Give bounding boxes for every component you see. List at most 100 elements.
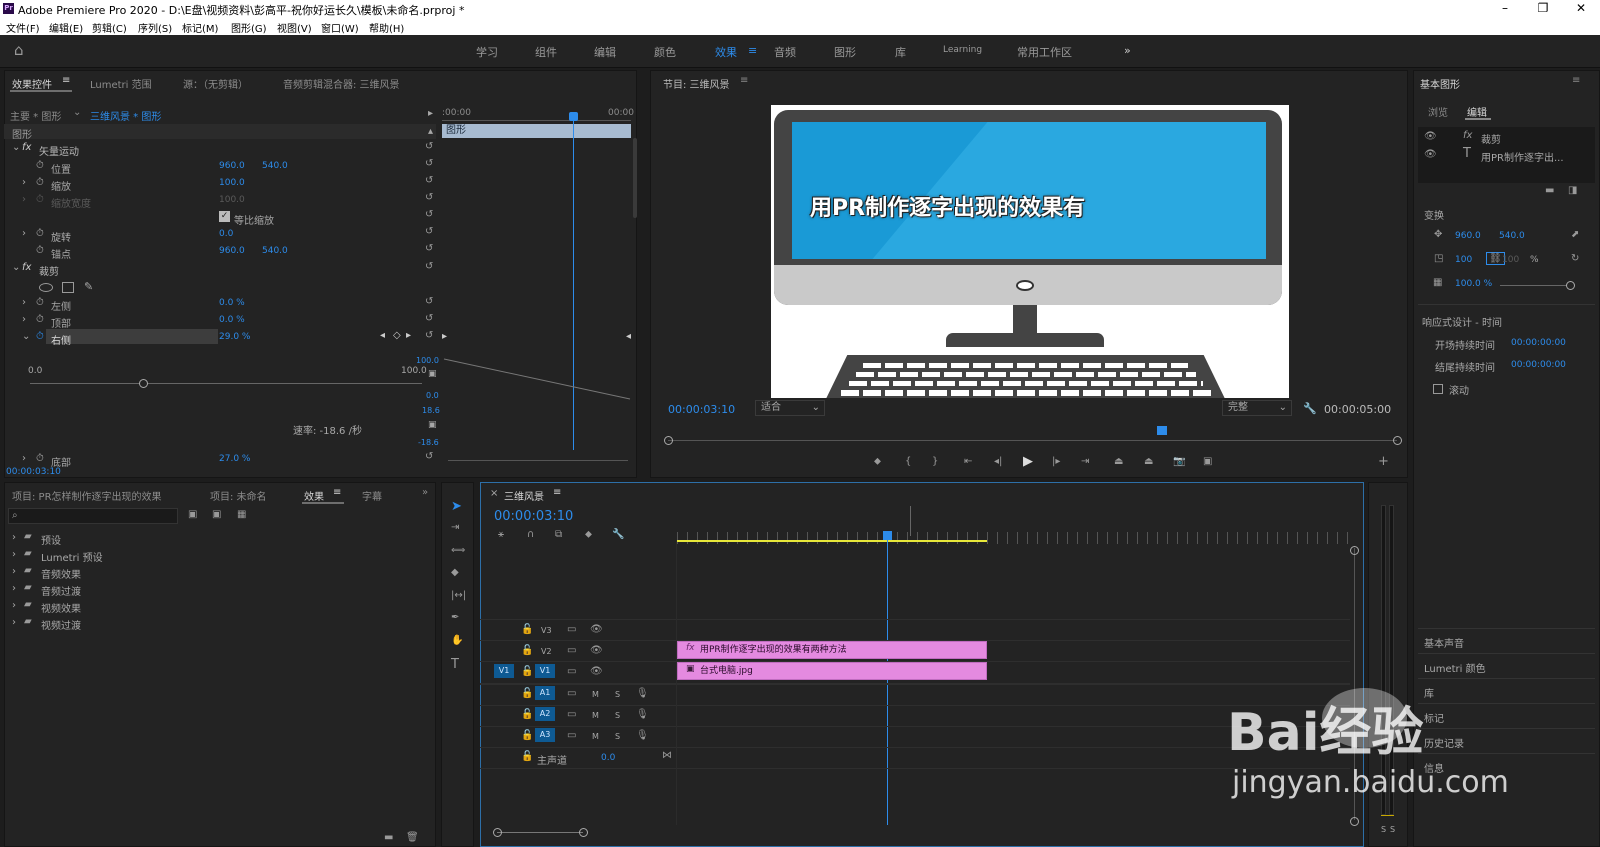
collapse-up-icon[interactable]: ▴ xyxy=(428,126,433,137)
tab-captions[interactable]: 字幕 xyxy=(362,488,382,503)
overlay-title[interactable]: 用PR制作逐字出现的效果有 xyxy=(810,190,1085,222)
anchor-icon[interactable]: ⬈ xyxy=(1571,229,1579,240)
mute-a1[interactable]: M xyxy=(592,690,599,699)
chevron-right-icon[interactable]: › xyxy=(22,228,26,239)
home-icon[interactable]: ⌂ xyxy=(14,41,24,59)
hscroll-handle-left[interactable] xyxy=(493,828,502,837)
chevron-down-icon[interactable]: ⌄ xyxy=(12,262,20,273)
eg-scale[interactable]: 100 xyxy=(1455,255,1472,265)
stopwatch-active-icon[interactable]: ⏱ xyxy=(36,331,44,342)
eye-icon[interactable]: 👁 xyxy=(590,666,603,677)
chevron-right-icon[interactable]: › xyxy=(22,453,26,464)
mark-in-icon[interactable]: { xyxy=(905,456,911,467)
sequence-clip[interactable]: 三维风景 * 图形 xyxy=(90,108,161,123)
nest-toggle-icon[interactable]: ⚹ xyxy=(498,529,504,540)
collapsed-info[interactable]: 信息 xyxy=(1424,760,1444,775)
stopwatch-icon[interactable]: ⏱ xyxy=(36,297,44,308)
reset-icon[interactable]: ↺ xyxy=(425,141,433,152)
chevron-right-icon[interactable]: › xyxy=(22,314,26,325)
new-layer-icon[interactable]: ◨ xyxy=(1568,185,1577,196)
workspace-menu-icon[interactable]: ≡ xyxy=(748,44,757,57)
eye-icon[interactable]: 👁 xyxy=(1424,149,1437,160)
workspace-learning[interactable]: Learning xyxy=(943,45,982,55)
program-title[interactable]: 节目: 三维风景 xyxy=(663,76,730,91)
effects-folder-presets[interactable]: 预设 xyxy=(41,532,61,547)
chevron-right-icon[interactable]: › xyxy=(12,532,16,543)
eye-icon[interactable]: 👁 xyxy=(590,645,603,656)
track-a1[interactable]: A1 xyxy=(535,686,555,700)
yuv-effects-icon[interactable]: ▦ xyxy=(237,509,246,520)
go-to-out-icon[interactable]: ⇥ xyxy=(1081,456,1089,467)
add-marker-icon[interactable]: ⬥ xyxy=(874,456,881,467)
tab-project-pr[interactable]: 项目: PR怎样制作逐字出现的效果 xyxy=(12,488,162,503)
panel-menu-icon[interactable]: ≡ xyxy=(62,75,70,86)
fx-icon[interactable]: fx xyxy=(22,262,31,273)
crop-right-value[interactable]: 29.0 % xyxy=(219,332,250,342)
rectangle-mask-icon[interactable] xyxy=(62,282,74,293)
crop-bottom-value[interactable]: 27.0 % xyxy=(219,454,250,464)
ellipse-mask-icon[interactable] xyxy=(39,283,53,292)
ec-clip-bar[interactable]: 图形 xyxy=(442,124,631,138)
chevron-right-icon[interactable]: › xyxy=(12,583,16,594)
reset-icon[interactable]: ↺ xyxy=(425,261,433,272)
workspace-libraries[interactable]: 库 xyxy=(895,44,906,60)
more-workspaces-icon[interactable]: » xyxy=(1124,44,1131,57)
tab-source[interactable]: 源：（无剪辑） xyxy=(183,76,248,91)
close-icon[interactable]: ✕ xyxy=(1566,0,1596,17)
eye-icon[interactable]: 👁 xyxy=(590,624,603,635)
menu-graphics[interactable]: 图形(G) xyxy=(231,20,267,35)
chevron-down-icon[interactable]: ⌄ xyxy=(12,142,20,153)
timeline-playhead-handle[interactable] xyxy=(883,531,892,540)
opacity-slider-thumb[interactable] xyxy=(1566,281,1575,290)
compare-view-icon[interactable]: ▣ xyxy=(1203,456,1212,467)
mute-a3[interactable]: M xyxy=(592,732,599,741)
hscroll-handle-right[interactable] xyxy=(579,828,588,837)
maximize-icon[interactable]: ❐ xyxy=(1528,0,1558,17)
layer-text[interactable]: 用PR制作逐字出... xyxy=(1481,149,1564,164)
reset-icon[interactable]: ↺ xyxy=(425,175,433,186)
value-slider-thumb[interactable] xyxy=(139,379,148,388)
accelerated-effects-icon[interactable]: ▣ xyxy=(188,509,197,520)
menu-clip[interactable]: 剪辑(C) xyxy=(92,20,127,35)
reset-icon[interactable]: ↺ xyxy=(425,243,433,254)
reset-icon[interactable]: ↺ xyxy=(425,158,433,169)
step-forward-icon[interactable]: |▸ xyxy=(1052,456,1060,467)
roll-checkbox[interactable] xyxy=(1433,384,1443,394)
reset-icon[interactable]: ↺ xyxy=(425,313,433,324)
eye-icon[interactable]: 👁 xyxy=(1424,131,1437,142)
stopwatch-icon[interactable]: ⏱ xyxy=(36,245,44,256)
track-v2[interactable]: V2 xyxy=(541,647,552,656)
settings-wrench-icon[interactable]: 🔧 xyxy=(1303,402,1317,415)
chevron-down-icon[interactable]: ⌄ xyxy=(22,331,30,342)
workspace-assembly[interactable]: 组件 xyxy=(535,44,557,60)
play-icon[interactable]: ▶ xyxy=(1023,454,1033,469)
timeline-title[interactable]: 三维风景 xyxy=(504,488,544,503)
crop-left-value[interactable]: 0.0 % xyxy=(219,298,245,308)
tab-effects[interactable]: 效果 xyxy=(304,488,324,503)
collapsed-lumetri-color[interactable]: Lumetri 颜色 xyxy=(1424,660,1486,675)
trash-icon[interactable]: 🗑 xyxy=(406,832,419,843)
effects-folder-video-transitions[interactable]: 视频过渡 xyxy=(41,617,81,632)
stopwatch-icon[interactable]: ⏱ xyxy=(36,160,44,171)
zoom-handle-left[interactable] xyxy=(664,436,673,445)
track-select-tool-icon[interactable]: ⇥ xyxy=(451,522,459,533)
tab-audio-mixer[interactable]: 音频剪辑混合器: 三维风景 xyxy=(283,76,400,91)
solo-a3[interactable]: S xyxy=(615,732,620,741)
menu-file[interactable]: 文件(F) xyxy=(6,20,40,35)
new-folder-icon[interactable]: ▬ xyxy=(1545,185,1554,196)
panel-menu-icon[interactable]: ≡ xyxy=(553,487,561,498)
collapsed-essential-sound[interactable]: 基本声音 xyxy=(1424,635,1464,650)
panel-menu-icon[interactable]: ≡ xyxy=(333,487,341,498)
ec-hscroll[interactable] xyxy=(448,460,628,461)
play-only-icon[interactable]: ▸ xyxy=(428,108,433,119)
tab-lumetri-scopes[interactable]: Lumetri 范围 xyxy=(90,76,152,91)
collapsed-libraries[interactable]: 库 xyxy=(1424,685,1434,700)
stopwatch-icon[interactable]: ⏱ xyxy=(36,228,44,239)
add-keyframe-icon[interactable]: ◇ xyxy=(393,330,401,341)
anchor-x[interactable]: 960.0 xyxy=(219,246,245,256)
menu-help[interactable]: 帮助(H) xyxy=(369,20,404,35)
sync-lock-icon[interactable]: ▭ xyxy=(567,666,576,677)
reset-icon[interactable]: ↺ xyxy=(425,330,433,341)
source-patch-v1[interactable]: V1 xyxy=(494,664,514,678)
position-x[interactable]: 960.0 xyxy=(219,161,245,171)
